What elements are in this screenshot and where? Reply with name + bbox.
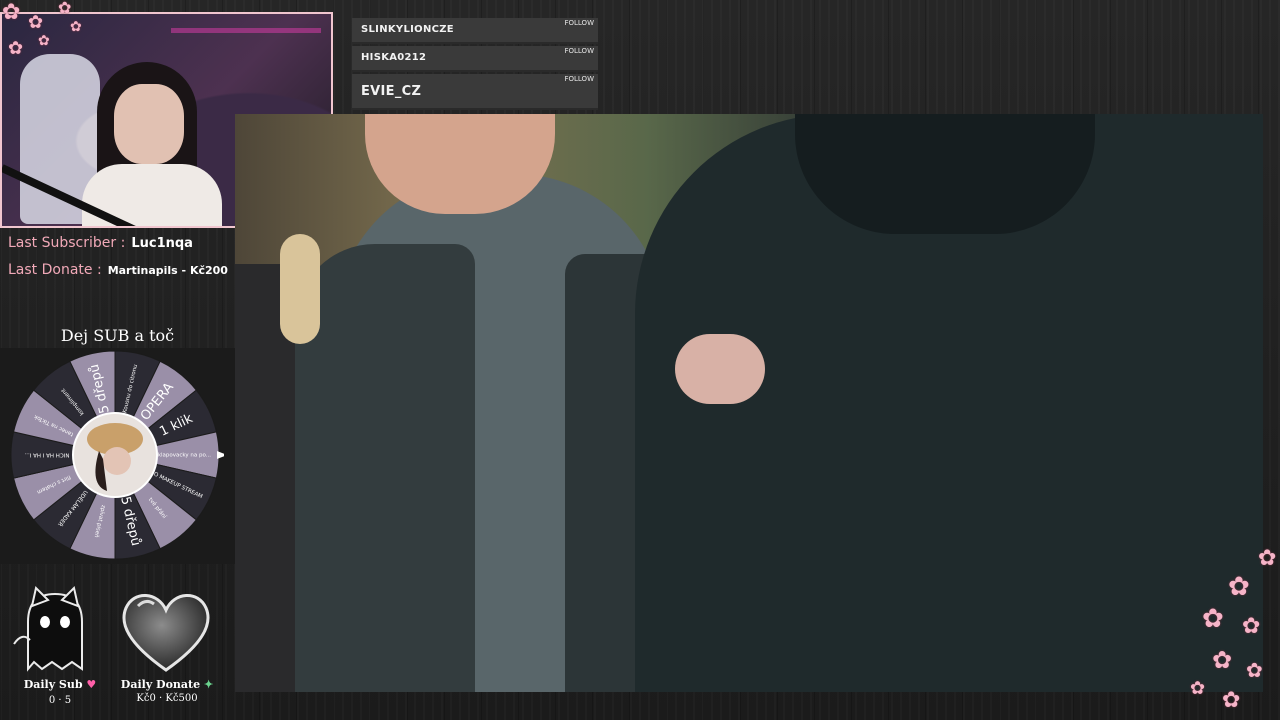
last-subscriber-label: Last Subscriber :	[8, 235, 126, 251]
follower-row: EVIE_CZ FOLLOW	[352, 74, 598, 110]
follow-label: FOLLOW	[564, 75, 594, 83]
cherry-blossom-icon: ✿	[58, 0, 72, 17]
follow-label: FOLLOW	[564, 19, 594, 27]
cherry-blossom-icon: ✿	[1242, 614, 1261, 639]
follower-name: HISKA0212	[361, 52, 427, 63]
follow-label: FOLLOW	[564, 47, 594, 55]
video-leather-jacket	[295, 244, 475, 692]
last-donate-label: Last Donate :	[8, 262, 102, 278]
follower-row: HISKA0212 FOLLOW	[352, 46, 598, 72]
wheel-segment-label: NICH HA I HA I...	[24, 452, 69, 458]
video-braid	[280, 234, 320, 344]
last-donate: Last Donate : Martinapils - Kč200	[8, 262, 228, 278]
rgb-light	[171, 28, 321, 33]
daily-donate-value: Kč0 · Kč500	[136, 693, 198, 704]
cherry-blossom-icon: ✿	[1228, 572, 1250, 602]
heart-bubble-icon	[116, 586, 216, 676]
cherry-blossom-icon: ✿	[1212, 646, 1233, 674]
spin-wheel-graphic: Kousnu do citronuOPERA1 kliksklapovacky …	[10, 350, 227, 560]
daily-sub-label-text: Daily Sub	[23, 678, 83, 691]
daily-donate-label-text: Daily Donate	[120, 678, 201, 691]
last-donate-value: Martinapils - Kč200	[107, 264, 228, 277]
avatar-face	[103, 447, 131, 475]
cherry-blossom-icon: ✿	[1246, 658, 1263, 682]
money-icon: ✦	[203, 678, 214, 691]
main-video	[235, 114, 1263, 692]
wheel-pointer	[217, 451, 227, 459]
last-subscriber: Last Subscriber : Luc1nqa	[8, 235, 193, 251]
cherry-blossom-icon: ✿	[8, 38, 24, 59]
daily-donate-label: Daily Donate ✦	[112, 678, 222, 691]
ghost-cat-icon	[10, 584, 100, 674]
cherry-blossom-icon: ✿	[38, 33, 50, 49]
cherry-blossom-icon: ✿	[28, 12, 44, 33]
cherry-blossom-icon: ✿	[1190, 678, 1206, 699]
daily-sub-value: 0 · 5	[48, 695, 72, 706]
follower-name: SLINKYLIONCZE	[361, 24, 454, 35]
follower-row: SLINKYLIONCZE FOLLOW	[352, 18, 598, 44]
wheel-segment-label: sklapovacky na po...	[155, 453, 211, 459]
follower-name: EVIE_CZ	[361, 84, 422, 99]
daily-sub-label: Daily Sub ♥	[10, 678, 110, 691]
last-subscriber-value: Luc1nqa	[131, 236, 193, 251]
cherry-blossom-icon: ✿	[1202, 604, 1224, 634]
streamer-face	[114, 84, 184, 164]
cherry-blossom-icon: ✿	[1258, 546, 1277, 571]
video-coat-collar	[795, 114, 1095, 234]
recent-followers-list: SLINKYLIONCZE FOLLOW HISKA0212 FOLLOW EV…	[352, 18, 598, 112]
spin-wheel: Kousnu do citronu OPERA 1 klik sklapovacky …	[6, 349, 227, 561]
wheel-title: Dej SUB a toč	[60, 326, 175, 345]
pink-heart-icon: ♥	[86, 678, 97, 691]
cherry-blossom-icon: ✿	[1222, 688, 1241, 713]
cherry-blossom-icon: ✿	[70, 19, 82, 35]
cherry-blossom-icon: ✿	[2, 0, 21, 25]
video-hand	[675, 334, 765, 404]
